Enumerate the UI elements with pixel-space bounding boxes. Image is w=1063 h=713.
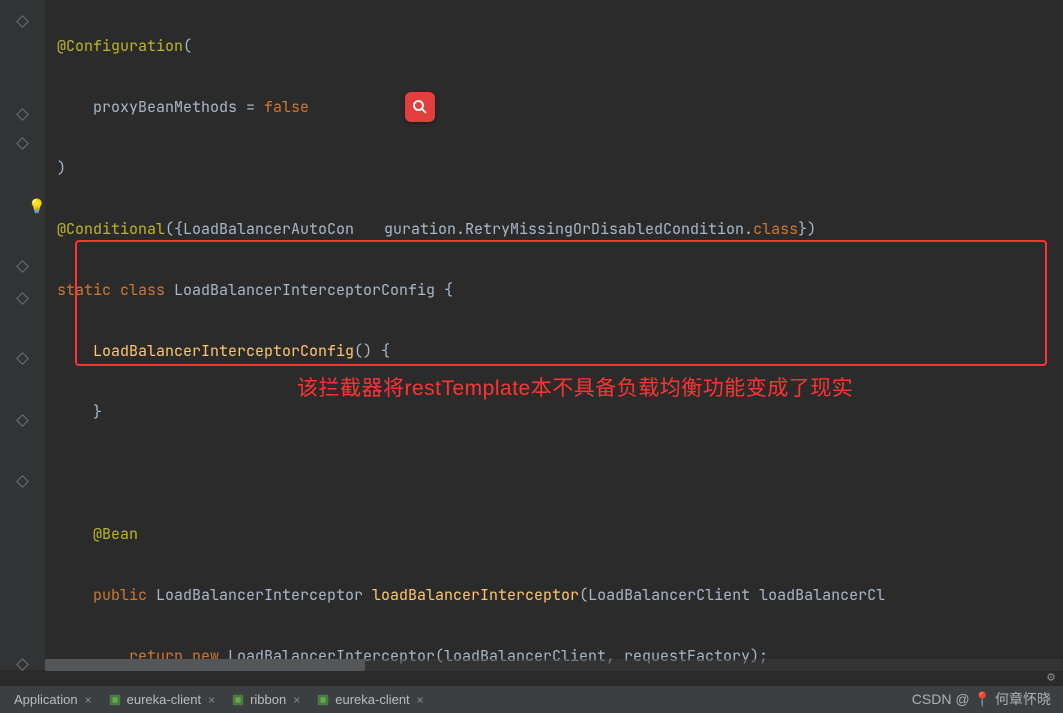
text: ( [183, 36, 192, 56]
text: LoadBalancerInterceptor [156, 585, 372, 605]
tab-eureka-client-2[interactable]: eureka-client × [308, 686, 431, 713]
keyword: static [57, 280, 120, 300]
scrollbar-thumb[interactable] [45, 659, 365, 671]
close-icon[interactable]: × [293, 693, 300, 707]
text: LoadBalancerAutoCon [183, 219, 354, 239]
gutter-marker-icon [18, 104, 28, 114]
gutter-marker-icon [18, 288, 28, 298]
pin-icon: 📍 [974, 691, 991, 708]
text: guration.RetryMissingOrDisabledCondition… [384, 219, 753, 239]
module-icon [316, 693, 330, 707]
gutter-marker-icon [18, 348, 28, 358]
method: loadBalancerInterceptor [372, 585, 579, 605]
text: }) [798, 219, 816, 239]
code-editor[interactable]: 💡 @Configuration( proxyBeanMethods = fal… [0, 0, 1063, 670]
close-icon[interactable]: × [417, 693, 424, 707]
tab-eureka-client[interactable]: eureka-client × [100, 686, 223, 713]
tab-label: eureka-client [127, 692, 201, 707]
keyword: class [753, 219, 798, 239]
tab-application[interactable]: Application × [6, 686, 100, 713]
tab-label: ribbon [250, 692, 286, 707]
gutter-marker-icon [18, 11, 28, 21]
tab-label: eureka-client [335, 692, 409, 707]
magnify-icon[interactable] [405, 92, 435, 122]
watermark-left: CSDN @ [912, 691, 970, 707]
keyword: false [264, 97, 309, 117]
annotation: @Configuration [57, 36, 183, 56]
watermark-right: 何章怀晓 [995, 689, 1051, 709]
text: (LoadBalancerClient loadBalancerCl [579, 585, 885, 605]
code-content[interactable]: @Configuration( proxyBeanMethods = false… [45, 0, 1063, 670]
annotation-text: 该拦截器将restTemplate本不具备负载均衡功能变成了现实 [297, 374, 853, 405]
close-icon[interactable]: × [208, 693, 215, 707]
gutter-marker-icon [18, 410, 28, 420]
text: ) [57, 158, 66, 178]
gutter-marker-icon [18, 654, 28, 664]
gutter: 💡 [0, 0, 45, 670]
keyword: public [93, 585, 156, 605]
horizontal-scrollbar[interactable] [45, 659, 1063, 671]
gear-icon[interactable]: ⚙ [1047, 668, 1055, 685]
annotation: @Conditional [57, 219, 165, 239]
module-icon [231, 693, 245, 707]
text: } [93, 402, 102, 422]
gutter-marker-icon [18, 471, 28, 481]
intention-bulb-icon[interactable]: 💡 [28, 198, 45, 216]
bottom-tabs: Application × eureka-client × ribbon × e… [0, 685, 1063, 713]
keyword: class [120, 280, 174, 300]
watermark: CSDN @ 📍 何章怀晓 [912, 689, 1051, 709]
method: LoadBalancerInterceptorConfig [93, 341, 354, 361]
gutter-marker-icon [18, 133, 28, 143]
text: () { [354, 341, 390, 361]
text: LoadBalancerInterceptorConfig { [174, 280, 453, 300]
tab-ribbon[interactable]: ribbon × [223, 686, 308, 713]
annotation: @Bean [93, 524, 138, 544]
text: ({ [165, 219, 183, 239]
text: proxyBeanMethods [93, 97, 237, 117]
module-icon [108, 693, 122, 707]
text: = [237, 97, 264, 117]
tab-label: Application [14, 692, 78, 707]
gutter-marker-icon [18, 256, 28, 266]
close-icon[interactable]: × [85, 693, 92, 707]
